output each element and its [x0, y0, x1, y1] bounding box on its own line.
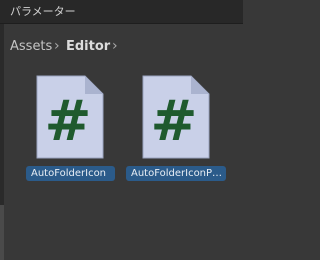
window-tab-bar: パラメーター [0, 0, 243, 24]
asset-name-label[interactable]: AutoFolderIcon [26, 166, 115, 181]
chevron-right-icon[interactable]: › [112, 38, 118, 54]
scrollbar-thumb[interactable] [0, 205, 4, 260]
breadcrumb-item-editor[interactable]: Editor [66, 39, 110, 54]
project-window: パラメーター Assets › Editor › # AutoFolderIco… [0, 0, 243, 260]
breadcrumb-item-assets[interactable]: Assets [10, 39, 52, 54]
script-glyph: # [151, 89, 198, 154]
chevron-right-icon: › [54, 38, 60, 54]
window-title[interactable]: パラメーター [10, 3, 76, 19]
breadcrumb: Assets › Editor › [0, 24, 243, 66]
asset-item[interactable]: # AutoFolderIcon [20, 74, 120, 184]
csharp-script-icon: # [36, 75, 104, 159]
asset-name-label[interactable]: AutoFolderIconP… [126, 166, 226, 181]
script-glyph: # [45, 89, 92, 154]
asset-item[interactable]: # AutoFolderIconP… [126, 74, 226, 184]
csharp-script-icon: # [142, 75, 210, 159]
